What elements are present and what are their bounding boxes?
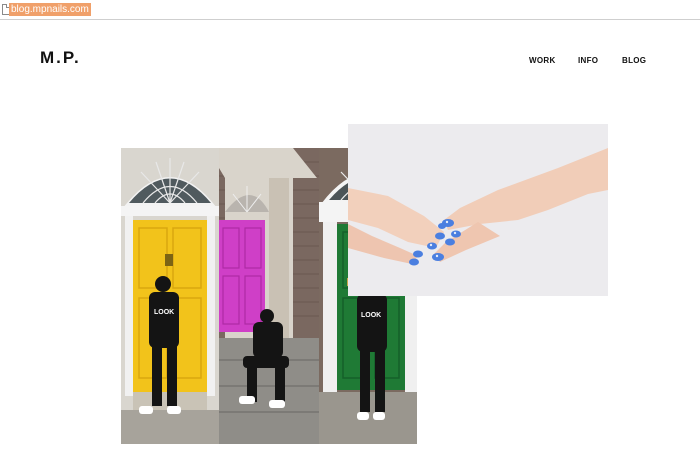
nav-link-info[interactable]: INFO	[578, 56, 598, 65]
nails-photo	[348, 124, 608, 296]
main-nav: WORK INFO BLOG	[0, 56, 700, 68]
gallery-image-nails[interactable]	[348, 124, 608, 296]
hoodie-text: LOOK	[361, 312, 381, 319]
address-bar[interactable]: blog.mpnails.com	[0, 0, 700, 20]
hoodie-text: LOOK	[154, 309, 174, 316]
nav-link-blog[interactable]: BLOG	[622, 56, 646, 65]
nav-link-work[interactable]: WORK	[529, 56, 556, 65]
url-text[interactable]: blog.mpnails.com	[9, 3, 91, 16]
